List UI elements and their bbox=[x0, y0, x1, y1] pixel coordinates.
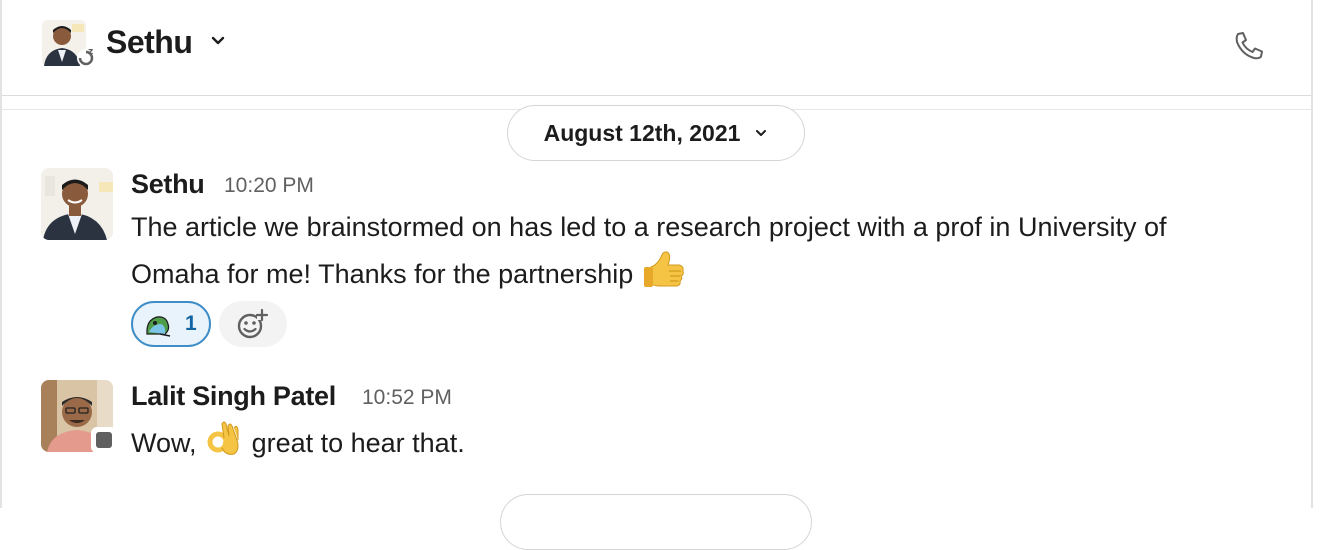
header-divider bbox=[2, 95, 1311, 96]
right-border bbox=[1311, 0, 1313, 508]
add-reaction-button[interactable] bbox=[219, 301, 287, 347]
message-sender[interactable]: Lalit Singh Patel bbox=[131, 381, 336, 412]
header-avatar[interactable]: z bbox=[42, 20, 100, 68]
reaction-parrot[interactable]: 1 bbox=[131, 301, 211, 347]
message-body: The article we brainstormed on has led t… bbox=[131, 206, 1261, 296]
next-date-divider[interactable] bbox=[500, 494, 812, 550]
date-divider-button[interactable]: August 12th, 2021 bbox=[507, 105, 805, 161]
svg-text:z: z bbox=[88, 47, 93, 57]
phone-icon[interactable] bbox=[1232, 30, 1266, 62]
reaction-count: 1 bbox=[185, 312, 197, 335]
message-body: Wow, great to hear that. bbox=[131, 418, 831, 465]
header-title[interactable]: Sethu bbox=[106, 24, 193, 61]
message-text-continued: great to hear that. bbox=[251, 428, 465, 458]
message-sender[interactable]: Sethu bbox=[131, 169, 205, 200]
thumbs-up-icon bbox=[643, 251, 684, 287]
presence-away-indicator bbox=[91, 427, 117, 453]
channel-header: z Sethu bbox=[2, 0, 1311, 95]
ok-hand-icon bbox=[207, 421, 239, 455]
avatar[interactable] bbox=[41, 168, 113, 240]
add-emoji-icon bbox=[237, 308, 269, 339]
message-timestamp[interactable]: 10:52 PM bbox=[362, 386, 452, 410]
parrot-icon bbox=[146, 316, 171, 337]
date-divider-label: August 12th, 2021 bbox=[543, 119, 741, 146]
presence-dot bbox=[96, 432, 112, 448]
chevron-down-icon bbox=[756, 130, 767, 136]
message-timestamp[interactable]: 10:20 PM bbox=[224, 174, 314, 198]
chevron-down-icon[interactable] bbox=[208, 33, 228, 49]
chat-window: z Sethu August 12th, 2021 Sethu 10:20 PM… bbox=[0, 0, 1320, 550]
message-text: Wow, bbox=[131, 428, 197, 458]
